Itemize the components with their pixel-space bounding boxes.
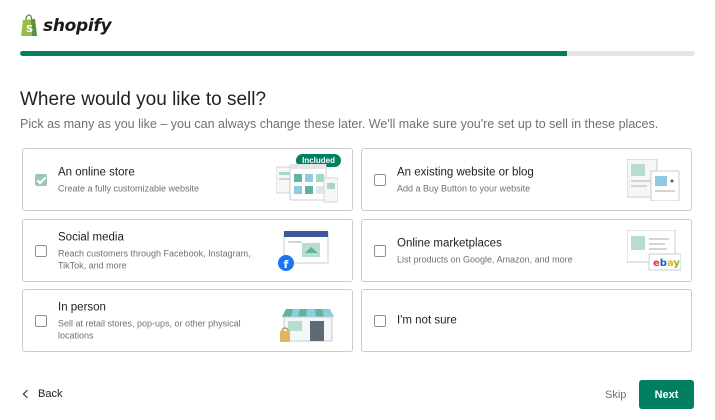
chevron-left-icon (22, 389, 32, 399)
brand-name: shopify (43, 15, 112, 36)
page-title: Where would you like to sell? (20, 89, 267, 110)
option-social-media[interactable]: Social media Reach customers through Fac… (22, 219, 353, 282)
website-illustration-icon (627, 158, 680, 201)
option-description: Add a Buy Button to your website (397, 183, 531, 193)
option-checkbox[interactable] (374, 173, 386, 186)
shopify-bag-icon: S (21, 14, 37, 36)
svg-text:S: S (26, 24, 33, 35)
option-title: An online store (58, 166, 135, 178)
option-checkbox[interactable] (35, 244, 47, 257)
option-checkbox[interactable] (35, 314, 47, 327)
setup-progress-bar (20, 51, 695, 56)
svg-text:f: f (284, 258, 289, 271)
option-description: List products on Google, Amazon, and mor… (397, 254, 573, 264)
option-online-store[interactable]: An online store Create a fully customiza… (22, 148, 353, 211)
option-checkbox[interactable] (374, 314, 386, 327)
option-existing-website[interactable]: An existing website or blog Add a Buy Bu… (361, 148, 692, 211)
option-description: Reach customers through Facebook, Instag… (58, 248, 251, 270)
back-button[interactable]: Back (22, 388, 63, 400)
option-online-marketplaces[interactable]: Online marketplaces List products on Goo… (361, 219, 692, 282)
option-title: I'm not sure (397, 314, 457, 326)
facebook-illustration-icon: f (278, 230, 329, 271)
option-checkbox[interactable] (374, 244, 386, 257)
skip-button[interactable]: Skip (605, 389, 626, 401)
back-label: Back (38, 388, 63, 400)
ebay-illustration-icon: ebay (627, 229, 681, 270)
option-in-person[interactable]: In person Sell at retail stores, pop-ups… (22, 289, 353, 352)
option-title: In person (58, 301, 106, 313)
shopify-logo: S shopify (20, 14, 112, 37)
online-store-illustration-icon (276, 163, 338, 202)
option-checkbox[interactable] (35, 173, 47, 186)
option-title: An existing website or blog (397, 166, 534, 178)
option-title: Social media (58, 231, 124, 243)
ebay-wordmark: ebay (653, 258, 680, 269)
page-subtitle: Pick as many as you like – you can alway… (20, 117, 659, 131)
option-not-sure[interactable]: I'm not sure (361, 289, 692, 352)
storefront-illustration-icon (280, 308, 334, 342)
next-button[interactable]: Next (639, 380, 694, 409)
progress-fill (20, 51, 567, 56)
option-description: Create a fully customizable website (58, 183, 200, 193)
option-title: Online marketplaces (397, 237, 502, 249)
option-description: Sell at retail stores, pop-ups, or other… (58, 318, 241, 340)
